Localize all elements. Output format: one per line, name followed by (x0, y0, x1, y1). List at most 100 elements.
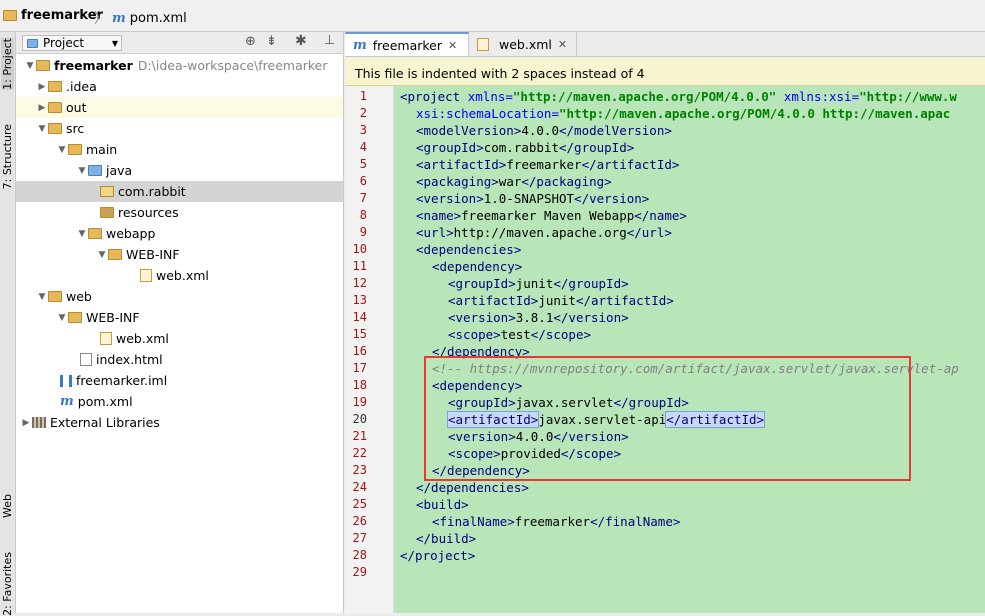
locate-icon[interactable]: ⊕ (245, 34, 256, 49)
tree-item[interactable]: web.xml (16, 265, 343, 286)
code-line: <version>1.0-SNAPSHOT</version> (416, 191, 650, 206)
expand-icon[interactable]: ▼ (24, 61, 36, 71)
tree-item-selected[interactable]: com.rabbit (16, 181, 343, 202)
line-number[interactable]: 28 (345, 547, 367, 564)
tree-item[interactable]: ▼ WEB-INF (16, 244, 343, 265)
tool-tab-favorites[interactable]: 2: Favorites (1, 552, 14, 616)
chevron-down-icon: ▼ (111, 38, 118, 48)
project-panel: Project ▼ ⊕ ⇟ ✱ ⊥ ▼ freemarker D:\idea-w… (16, 32, 344, 613)
line-number[interactable]: 18 (345, 377, 367, 394)
collapse-icon[interactable]: ▼ (36, 292, 48, 302)
tree-item-label: java (106, 163, 133, 178)
line-number[interactable]: 16 (345, 343, 367, 360)
folder-icon (48, 291, 62, 302)
line-number[interactable]: 13 (345, 292, 367, 309)
code-line: <name>freemarker Maven Webapp</name> (416, 208, 687, 223)
collapse-icon[interactable]: ▼ (56, 313, 68, 323)
line-number[interactable]: 25 (345, 496, 367, 513)
code-line: <build> (416, 497, 469, 512)
indent-notification: This file is indented with 2 spaces inst… (345, 58, 985, 86)
library-icon (32, 417, 46, 428)
line-number[interactable]: 10 (345, 241, 367, 258)
tree-item[interactable]: ▶ External Libraries (16, 412, 343, 433)
line-number[interactable]: 15 (345, 326, 367, 343)
view-selector-label: Project (43, 36, 85, 50)
tree-item[interactable]: web.xml (16, 328, 343, 349)
line-number[interactable]: 26 (345, 513, 367, 530)
tree-item[interactable]: ▶ .idea (16, 76, 343, 97)
close-icon[interactable]: ✕ (558, 38, 567, 51)
tree-item[interactable]: index.html (16, 349, 343, 370)
collapse-all-icon[interactable]: ⇟ (266, 34, 277, 49)
line-number[interactable]: 9 (345, 224, 367, 241)
breadcrumb-file-label: pom.xml (129, 10, 187, 26)
tree-item[interactable]: freemarker.iml (16, 370, 343, 391)
tree-item[interactable]: ▼ WEB-INF (16, 307, 343, 328)
collapse-icon[interactable]: ▼ (96, 250, 108, 260)
line-number[interactable]: 1 (345, 88, 367, 105)
xml-file-icon (140, 269, 152, 282)
code-line: <groupId>com.rabbit</groupId> (416, 140, 635, 155)
expand-icon[interactable]: ▶ (36, 103, 48, 113)
tab-pom-xml[interactable]: m freemarker ✕ (345, 32, 469, 56)
line-number[interactable]: 2 (345, 105, 367, 122)
line-number[interactable]: 5 (345, 156, 367, 173)
tool-tab-structure[interactable]: 7: Structure (1, 124, 14, 189)
breadcrumb-file[interactable]: 〉 m pom.xml (94, 8, 187, 28)
line-number[interactable]: 29 (345, 564, 367, 581)
folder-icon (108, 249, 122, 260)
tree-item[interactable]: ▼ main (16, 139, 343, 160)
tab-web-xml[interactable]: web.xml ✕ (469, 32, 577, 56)
expand-icon[interactable]: ▶ (20, 418, 32, 428)
tool-tab-project[interactable]: 1: Project (1, 38, 14, 90)
line-number[interactable]: 21 (345, 428, 367, 445)
line-number[interactable]: 4 (345, 139, 367, 156)
line-number[interactable]: 14 (345, 309, 367, 326)
code-line: <project xmlns="http://maven.apache.org/… (400, 89, 957, 104)
line-number[interactable]: 27 (345, 530, 367, 547)
resources-folder-icon (100, 207, 114, 218)
tree-item[interactable]: ▼ java (16, 160, 343, 181)
expand-icon[interactable]: ▶ (36, 82, 48, 92)
tree-item-label: freemarker.iml (76, 373, 168, 388)
tool-tab-web[interactable]: Web (1, 494, 14, 518)
view-selector-dropdown[interactable]: Project ▼ (22, 35, 122, 51)
line-number[interactable]: 12 (345, 275, 367, 292)
gear-icon[interactable]: ✱ (295, 33, 307, 49)
tree-item[interactable]: resources (16, 202, 343, 223)
collapse-icon[interactable]: ▼ (56, 145, 68, 155)
tree-root[interactable]: ▼ freemarker D:\idea-workspace\freemarke… (16, 55, 343, 76)
code-line: <finalName>freemarker</finalName> (432, 514, 681, 529)
tree-item-label: index.html (96, 352, 163, 367)
editor-gutter[interactable]: 1 2 3 4 5 6 7 8 9 10 11 12 13 14 15 16 17 18 19 20 21 22 23 24 2… (345, 86, 417, 613)
tree-item-label: web.xml (156, 268, 209, 283)
line-number[interactable]: 23 (345, 462, 367, 479)
tree-item[interactable]: m pom.xml (16, 391, 343, 412)
line-number[interactable]: 24 (345, 479, 367, 496)
xml-file-icon (100, 332, 112, 345)
tree-item[interactable]: ▼ web (16, 286, 343, 307)
line-number[interactable]: 6 (345, 173, 367, 190)
line-number[interactable]: 8 (345, 207, 367, 224)
tree-root-path: D:\idea-workspace\freemarker (137, 58, 328, 73)
tree-item-label: webapp (106, 226, 156, 241)
line-number[interactable]: 17 (345, 360, 367, 377)
collapse-icon[interactable]: ▼ (76, 166, 88, 176)
line-number[interactable]: 7 (345, 190, 367, 207)
code-editor[interactable]: <project xmlns="http://maven.apache.org/… (394, 86, 985, 613)
chevron-right-icon: 〉 (94, 11, 108, 27)
close-icon[interactable]: ✕ (448, 39, 457, 52)
collapse-icon[interactable]: ▼ (36, 124, 48, 134)
hide-panel-icon[interactable]: ⊥ (324, 33, 335, 48)
line-number[interactable]: 19 (345, 394, 367, 411)
breadcrumb-project[interactable]: freemarker (3, 8, 103, 23)
tree-item[interactable]: ▼ webapp (16, 223, 343, 244)
collapse-icon[interactable]: ▼ (76, 229, 88, 239)
module-folder-icon (36, 60, 50, 71)
line-number[interactable]: 11 (345, 258, 367, 275)
tree-item[interactable]: ▶ out (16, 97, 343, 118)
tree-item[interactable]: ▼ src (16, 118, 343, 139)
line-number[interactable]: 3 (345, 122, 367, 139)
line-number[interactable]: 20 (345, 411, 367, 428)
line-number[interactable]: 22 (345, 445, 367, 462)
